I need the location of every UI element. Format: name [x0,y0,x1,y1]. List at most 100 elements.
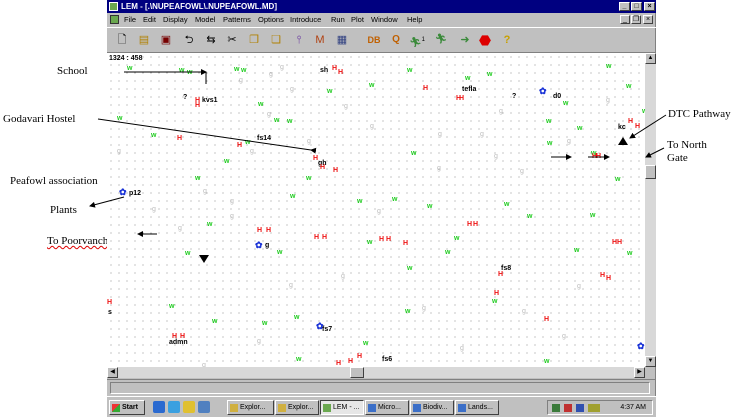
cursor-coordinates: 1324 : 458 [109,55,143,62]
menu-model[interactable]: Model [195,13,215,26]
window-icon [458,404,466,412]
hare-marker: H [494,290,500,297]
wolf-marker: w [627,250,633,257]
db-button[interactable]: DB [365,31,383,49]
hare-marker: H [544,316,550,323]
mdi-minimize-button[interactable]: _ [620,15,630,24]
new-file-icon[interactable]: 🗋 [113,31,131,49]
task-lem[interactable]: LEM - ... [320,400,364,415]
browser-icon[interactable] [168,401,180,413]
wolf-marker: w [294,314,300,321]
menu-options[interactable]: Options [258,13,284,26]
sheep-marker: g [289,282,293,289]
menu-window[interactable]: Window [371,13,398,26]
mdi-close-button[interactable]: × [643,15,653,24]
step-ten-button[interactable]: 🏃︎10 [432,31,450,61]
scroll-thumb[interactable] [350,367,364,378]
hare-marker: H [628,118,634,125]
hare-marker: H [635,123,641,130]
wolf-marker: w [504,201,510,208]
menu-patterns[interactable]: Patterns [223,13,251,26]
hare-marker: H [322,234,328,241]
outlook-icon[interactable] [183,401,195,413]
menu-file[interactable]: File [124,13,136,26]
menu-display[interactable]: Display [163,13,188,26]
wolf-marker: w [606,63,612,70]
channel-icon[interactable] [198,401,210,413]
horizontal-scrollbar[interactable]: ◀ ▶ [107,367,645,378]
step-one-label: 1 [421,37,426,43]
toolbar: 🗋 ▤ ▣ ⮌ ⇆ ✂ ❐ ❏ ⫯ M ▦ DB Q 🏃︎1 🏃︎10 ➜ ⬣ … [107,27,656,61]
wolf-marker: w [290,193,296,200]
wolf-marker: w [287,118,293,125]
open-file-icon[interactable]: ▤ [135,31,153,49]
sheep-marker: g [290,86,294,93]
close-button[interactable]: × [644,2,655,11]
desktop-icon[interactable] [153,401,165,413]
peafowl-cluster: ✿ [316,321,324,331]
run-icon[interactable]: ➜ [456,31,474,49]
scroll-right-icon[interactable]: ▶ [634,367,645,378]
task-biodiv[interactable]: Biodiv... [410,400,454,415]
introduce-i-icon[interactable]: ⫯ [290,31,308,49]
hare-marker: H [266,227,272,234]
query-button[interactable]: Q [387,31,405,49]
copy-icon[interactable]: ❐ [245,31,263,49]
hare-marker: H [617,239,623,246]
menu-help[interactable]: Help [407,13,422,26]
title-bar[interactable]: LEM - [.\NUPEAFOWL\.NUPEAFOWL.MD] _ □ × [107,0,656,13]
undo-icon[interactable]: ⮌ [180,31,198,49]
help-icon[interactable]: ? [498,31,516,49]
task-explorer-2[interactable]: Explor... [275,400,319,415]
label-kvs1: kvs1 [202,97,218,104]
sheep-marker: g [178,225,182,232]
stop-icon[interactable]: ⬣ [476,31,494,49]
minimize-button[interactable]: _ [619,2,630,11]
menu-edit[interactable]: Edit [143,13,156,26]
wolf-marker: w [547,140,553,147]
vertical-scrollbar[interactable]: ▲ ▼ [645,53,656,367]
wolf-marker: w [367,239,373,246]
hare-marker: H [403,240,409,247]
wolf-marker: w [179,67,185,74]
hare-marker: H [357,353,363,360]
word-icon [368,404,376,412]
document-icon[interactable] [110,15,119,24]
task-lands[interactable]: Lands... [455,400,499,415]
label-fs6: fs6 [382,356,393,363]
task-explorer-1[interactable]: Explor... [227,400,274,415]
scroll-left-icon[interactable]: ◀ [107,367,118,378]
maximize-button[interactable]: □ [631,2,642,11]
scroll-down-icon[interactable]: ▼ [645,356,656,367]
tray-icons[interactable] [552,404,600,412]
start-button[interactable]: Start [109,400,145,415]
menu-plot[interactable]: Plot [351,13,364,26]
grid-icon[interactable]: ▦ [333,31,351,49]
wolf-marker: w [407,67,413,74]
annotation-peafowl-association: Peafowl association [10,175,98,187]
wolf-marker: w [407,265,413,272]
sheep-marker: g [499,108,503,115]
annotation-gate: Gate [667,152,688,164]
hare-marker: H [606,275,612,282]
wolf-marker: w [615,176,621,183]
wolf-marker: w [454,235,460,242]
paste-icon[interactable]: ❏ [267,31,285,49]
simulation-canvas[interactable]: 1324 : 458 kvs1 sh tefla ? ? d0 fs14 gh … [107,53,645,367]
scroll-thumb[interactable] [645,165,656,179]
introduce-m-icon[interactable]: M [311,31,329,49]
mdi-restore-button[interactable]: ❐ [631,15,641,24]
menu-run[interactable]: Run [331,13,345,26]
label-kc: kc [618,124,626,131]
step-one-button[interactable]: 🏃︎1 [408,31,426,49]
task-label: Explor... [240,404,266,411]
redo-icon[interactable]: ⇆ [202,31,220,49]
hare-marker: H [172,333,178,340]
save-icon[interactable]: ▣ [157,31,175,49]
task-label: LEM - ... [333,404,360,411]
wolf-marker: w [590,212,596,219]
cut-icon[interactable]: ✂ [223,31,241,49]
scroll-up-icon[interactable]: ▲ [645,53,656,64]
task-word[interactable]: Micro... [365,400,409,415]
menu-introduce[interactable]: Introduce [290,13,321,26]
